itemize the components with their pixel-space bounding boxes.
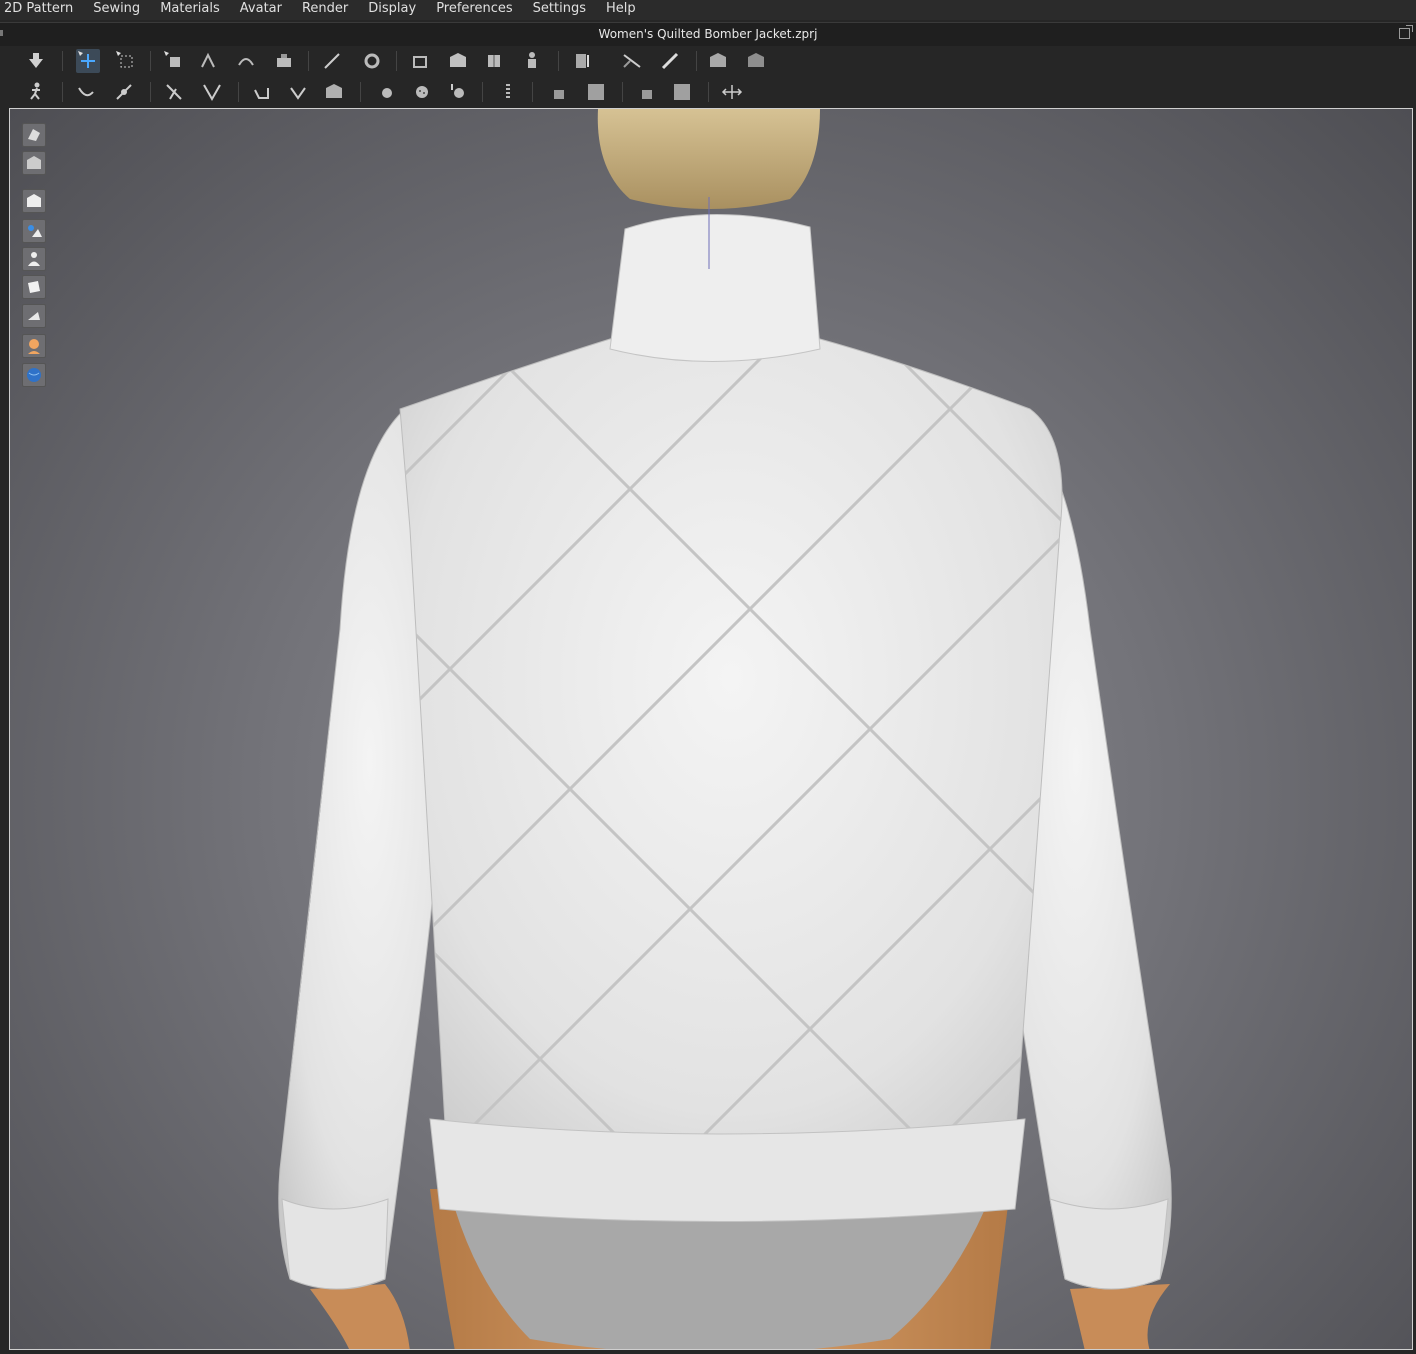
toolbar-separator: [396, 51, 397, 71]
reset-2d-icon[interactable]: [482, 49, 506, 73]
reset-3d-icon[interactable]: [520, 49, 544, 73]
jacket-right-cuff: [1049, 1198, 1169, 1290]
fabric-display-icon[interactable]: [22, 219, 46, 243]
strengthen-icon[interactable]: [620, 49, 644, 73]
menu-avatar[interactable]: Avatar: [230, 0, 292, 20]
select-mesh-icon[interactable]: [114, 49, 138, 73]
texture-surface-icon[interactable]: [22, 275, 46, 299]
thickness-icon[interactable]: [22, 304, 46, 328]
move-pin-icon[interactable]: [162, 49, 186, 73]
fold-icon[interactable]: [234, 49, 258, 73]
avatar-pose-icon[interactable]: [24, 80, 48, 104]
toolbar-separator: [150, 82, 151, 102]
environment-icon[interactable]: [22, 363, 46, 387]
menu-display[interactable]: Display: [358, 0, 426, 20]
edit-curvature-icon[interactable]: [74, 80, 98, 104]
jacket-left-cuff: [281, 1198, 389, 1290]
3d-viewport[interactable]: [9, 108, 1413, 1350]
pleat-icon[interactable]: [200, 80, 224, 104]
3d-scene: [278, 109, 1172, 1349]
seam-line-icon[interactable]: [162, 80, 186, 104]
jacket-waistband: [429, 1118, 1026, 1222]
gathering-icon[interactable]: [286, 80, 310, 104]
toolbar-separator: [238, 82, 239, 102]
snap-icon[interactable]: [410, 80, 434, 104]
edit-point-icon[interactable]: [112, 80, 136, 104]
avatar-left-hand: [310, 1284, 410, 1349]
select-move-icon[interactable]: [76, 49, 100, 73]
menu-bar: 2D Pattern Sewing Materials Avatar Rende…: [0, 0, 1416, 20]
overlay-icon[interactable]: [634, 80, 658, 104]
avatar-right-hand: [1070, 1284, 1170, 1349]
toolbar-separator: [708, 82, 709, 102]
menu-2d-pattern[interactable]: 2D Pattern: [0, 0, 83, 20]
steam-icon[interactable]: [272, 49, 296, 73]
menu-render[interactable]: Render: [292, 0, 358, 20]
menu-sewing[interactable]: Sewing: [83, 0, 150, 20]
toolbar-separator: [308, 51, 309, 71]
topstitch-icon[interactable]: [496, 80, 520, 104]
toolbar-separator: [532, 82, 533, 102]
toolbar-3d-top: [0, 46, 1416, 76]
toolbar-separator: [696, 51, 697, 71]
window-title: Women's Quilted Bomber Jacket.zprj: [598, 27, 818, 41]
show-3d-pattern-icon[interactable]: [22, 123, 46, 147]
skin-icon[interactable]: [22, 334, 46, 358]
puckering-icon[interactable]: [546, 80, 570, 104]
buttonhole-icon[interactable]: [374, 80, 398, 104]
simulation-icon[interactable]: [24, 49, 48, 73]
toolbar-separator: [558, 51, 559, 71]
toolbar-separator: [482, 82, 483, 102]
shirring-icon[interactable]: [250, 80, 274, 104]
garment-display-icon[interactable]: [22, 189, 46, 213]
arrangement-point-icon[interactable]: [408, 49, 432, 73]
texture-icon[interactable]: [584, 80, 608, 104]
show-3d-garment-icon[interactable]: [22, 151, 46, 175]
window-title-bar: Women's Quilted Bomber Jacket.zprj: [0, 22, 1416, 46]
toolbar-separator: [150, 51, 151, 71]
zipper-icon[interactable]: [446, 80, 470, 104]
menu-preferences[interactable]: Preferences: [426, 0, 522, 20]
fitting-tack-icon[interactable]: [706, 49, 730, 73]
menu-help[interactable]: Help: [596, 0, 646, 20]
panel-edge-handle[interactable]: [0, 30, 3, 36]
tape-measure-icon[interactable]: [360, 49, 384, 73]
jacket-back-body: [399, 323, 1063, 1210]
measure-line-icon[interactable]: [320, 49, 344, 73]
toolbar-separator: [360, 82, 361, 102]
menu-settings[interactable]: Settings: [523, 0, 596, 20]
pattern-copy-icon[interactable]: [446, 49, 470, 73]
tack-icon[interactable]: [658, 49, 682, 73]
jacket-collar: [609, 214, 821, 362]
ruler-icon[interactable]: [744, 49, 768, 73]
toolbar-separator: [622, 82, 623, 102]
toolbar-separator: [62, 82, 63, 102]
avatar-display-icon[interactable]: [22, 247, 46, 271]
toolbar-separator: [62, 51, 63, 71]
avatar-hair: [597, 109, 820, 209]
avatar-fit-icon[interactable]: [570, 49, 594, 73]
restore-window-icon[interactable]: [1399, 25, 1413, 39]
fit-arrows-icon[interactable]: [720, 80, 744, 104]
transform-icon[interactable]: [196, 49, 220, 73]
menu-materials[interactable]: Materials: [150, 0, 230, 20]
flip-icon[interactable]: [670, 80, 694, 104]
button-icon[interactable]: [322, 80, 346, 104]
toolbar-3d-bottom: [0, 77, 1416, 107]
